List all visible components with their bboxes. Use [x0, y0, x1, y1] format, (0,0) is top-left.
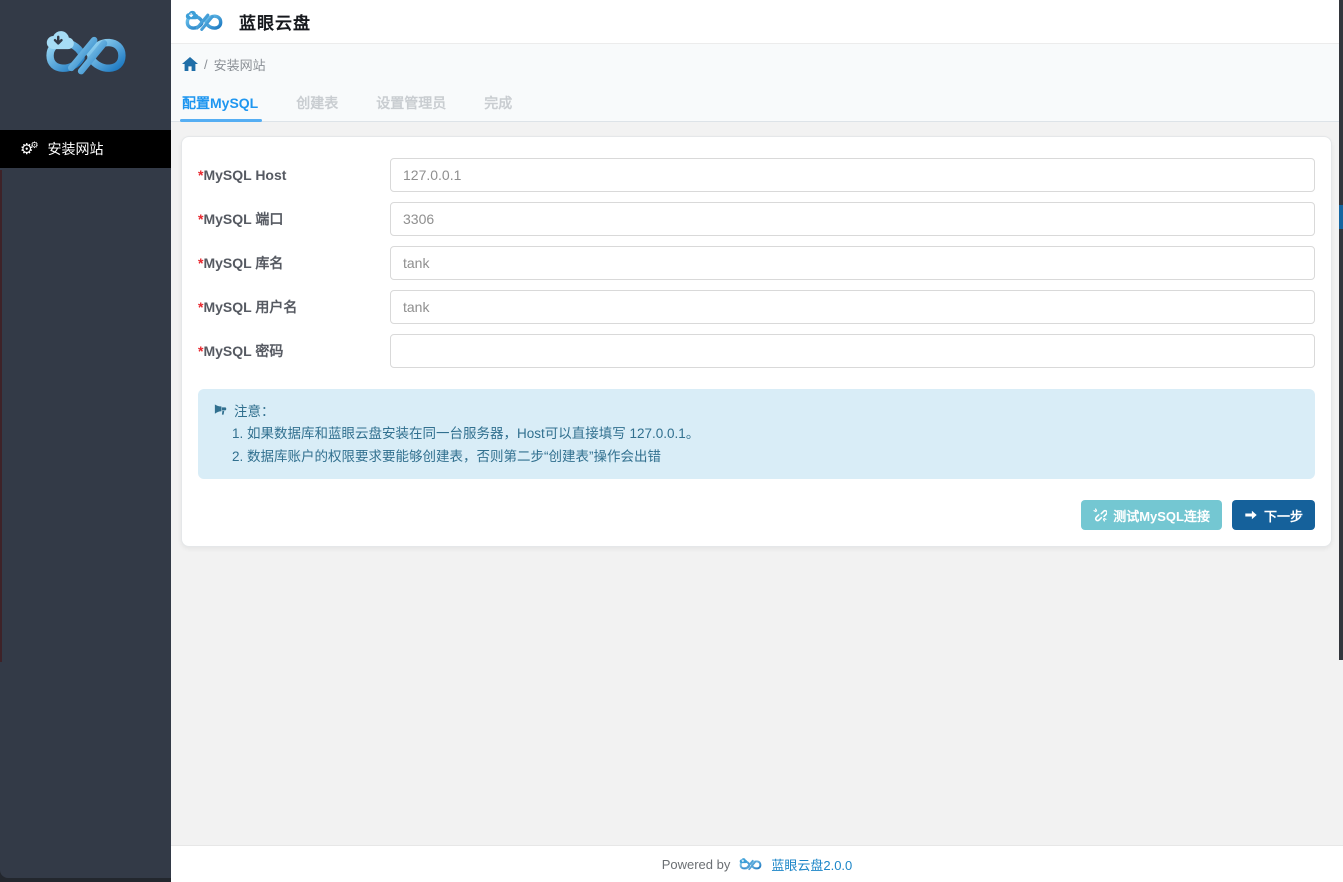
breadcrumb: / 安装网站	[171, 44, 1343, 84]
mysql-dbname-label: *MySQL 库名	[198, 253, 390, 273]
next-button-label: 下一步	[1264, 506, 1303, 525]
form-row-username: *MySQL 用户名	[198, 290, 1315, 324]
bullhorn-icon	[213, 403, 228, 418]
breadcrumb-separator: /	[204, 57, 208, 72]
product-version-link[interactable]: 蓝眼云盘2.0.0	[771, 855, 852, 874]
app-logo-icon	[181, 9, 227, 34]
powered-by-text: Powered by	[662, 857, 731, 872]
sidebar-item-install-site[interactable]: ⚙⚙ 安装网站	[0, 130, 171, 168]
sidebar-item-label: 安装网站	[48, 139, 104, 159]
page-title: 蓝眼云盘	[239, 9, 311, 34]
mysql-password-input[interactable]	[390, 334, 1315, 368]
main-content: 蓝眼云盘 / 安装网站 配置MySQL 创建表 设置管理员 完成 *MySQL …	[171, 0, 1343, 882]
notice-item: 1. 如果数据库和蓝眼云盘安装在同一台服务器，Host可以直接填写 127.0.…	[213, 425, 1300, 443]
form-row-host: *MySQL Host	[198, 158, 1315, 192]
mysql-username-input[interactable]	[390, 290, 1315, 324]
tab-create-tables[interactable]: 创建表	[296, 84, 338, 121]
form-row-port: *MySQL 端口	[198, 202, 1315, 236]
mysql-port-input[interactable]	[390, 202, 1315, 236]
mysql-host-label: *MySQL Host	[198, 167, 390, 183]
tab-finish[interactable]: 完成	[484, 84, 512, 121]
wizard-tabs: 配置MySQL 创建表 设置管理员 完成	[171, 84, 1343, 122]
mysql-username-label: *MySQL 用户名	[198, 297, 390, 317]
notice-item: 2. 数据库账户的权限要求要能够创建表，否则第二步“创建表”操作会出错	[213, 448, 1300, 466]
mysql-host-input[interactable]	[390, 158, 1315, 192]
app-logo-icon	[37, 26, 135, 82]
mysql-dbname-input[interactable]	[390, 246, 1315, 280]
unlink-icon	[1093, 508, 1107, 522]
background-edge-strip	[0, 170, 2, 662]
scrollbar-track[interactable]	[1339, 0, 1343, 660]
form-row-dbname: *MySQL 库名	[198, 246, 1315, 280]
notice-title-row: 注意：	[213, 400, 1300, 420]
sidebar: ⚙⚙ 安装网站	[0, 0, 171, 878]
arrow-right-icon	[1244, 508, 1258, 522]
top-header: 蓝眼云盘	[171, 0, 1343, 44]
mysql-port-label: *MySQL 端口	[198, 209, 390, 229]
notice-box: 注意： 1. 如果数据库和蓝眼云盘安装在同一台服务器，Host可以直接填写 12…	[198, 389, 1315, 479]
test-mysql-connection-button[interactable]: 测试MySQL连接	[1081, 500, 1222, 530]
next-step-button[interactable]: 下一步	[1232, 500, 1315, 530]
mysql-password-label: *MySQL 密码	[198, 341, 390, 361]
cogs-icon: ⚙⚙	[20, 142, 39, 157]
tab-set-admin[interactable]: 设置管理员	[376, 84, 446, 121]
app-logo-icon	[737, 857, 764, 872]
notice-title: 注意：	[234, 400, 275, 420]
home-icon[interactable]	[182, 57, 198, 72]
mysql-config-panel: *MySQL Host *MySQL 端口 *MySQL 库名 *MySQL 用…	[181, 136, 1332, 547]
form-row-password: *MySQL 密码	[198, 334, 1315, 368]
scrollbar-thumb[interactable]	[1339, 205, 1343, 229]
action-buttons: 测试MySQL连接 下一步	[198, 500, 1315, 530]
tab-configure-mysql[interactable]: 配置MySQL	[182, 84, 258, 121]
test-button-label: 测试MySQL连接	[1113, 506, 1210, 525]
footer: Powered by 蓝眼云盘2.0.0	[171, 845, 1343, 882]
breadcrumb-current: 安装网站	[214, 55, 266, 74]
